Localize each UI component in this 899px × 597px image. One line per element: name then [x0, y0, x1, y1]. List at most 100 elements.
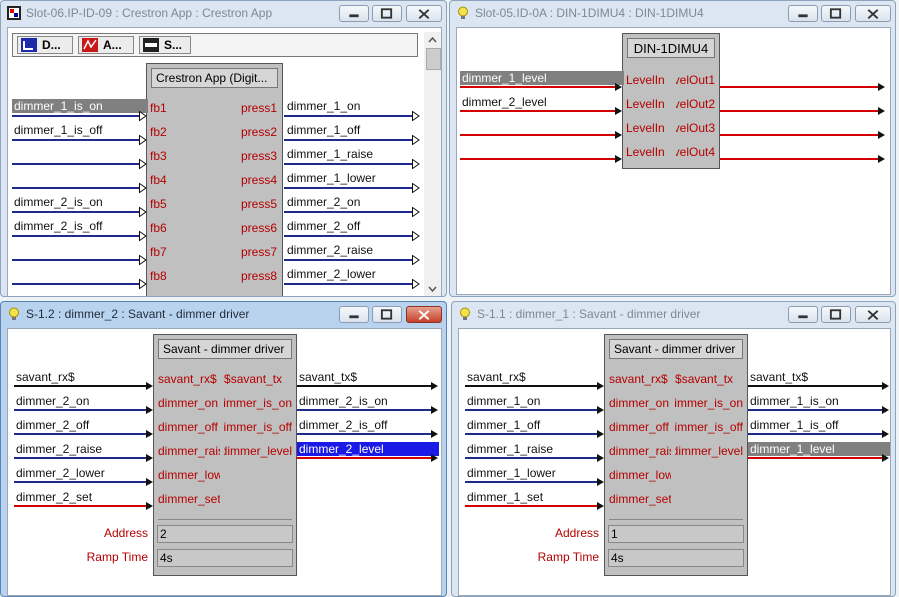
symbol-title: Savant - dimmer driver — [609, 339, 743, 359]
input-signal[interactable]: dimmer_2_on — [16, 394, 89, 408]
input-signal[interactable]: dimmer_2_set — [16, 490, 92, 504]
input-signal[interactable]: dimmer_2_off — [16, 418, 89, 432]
window-crestron-app[interactable]: Slot-06.IP-ID-09 : Crestron App : Crestr… — [0, 0, 447, 297]
minimize-button[interactable] — [339, 5, 369, 22]
output-signal[interactable]: savant_tx$ — [297, 370, 357, 384]
input-signal[interactable]: dimmer_1_is_on — [12, 99, 148, 113]
minimize-button[interactable] — [788, 5, 818, 22]
output-signal[interactable]: dimmer_2_raise — [287, 243, 373, 257]
output-wire — [297, 409, 431, 411]
input-port: dimmer_on — [609, 396, 670, 410]
close-button[interactable] — [855, 306, 891, 323]
toolbar-button-d[interactable]: D... — [17, 36, 73, 54]
param-field[interactable]: 4s — [608, 549, 744, 567]
minimize-button[interactable] — [788, 306, 818, 323]
output-port: dimmer_is_off — [224, 420, 292, 434]
output-wire — [720, 110, 880, 112]
input-signal[interactable]: savant_rx$ — [16, 370, 75, 384]
title-bar[interactable]: S-1.1 : dimmer_1 : Savant - dimmer drive… — [452, 302, 895, 326]
window-din-1dimu4[interactable]: Slot-05.ID-0A : DIN-1DIMU4 : DIN-1DIMU4 … — [449, 0, 896, 297]
lightbulb-icon — [9, 307, 19, 320]
input-signal[interactable]: dimmer_1_off — [467, 418, 540, 432]
output-signal[interactable]: dimmer_2_on — [287, 195, 360, 209]
output-signal[interactable]: dimmer_1_level — [748, 442, 890, 456]
input-signal[interactable]: dimmer_2_raise — [16, 442, 102, 456]
input-signal[interactable]: savant_rx$ — [467, 370, 526, 384]
dimmer-1-canvas[interactable]: Savant - dimmer driver savant_rx$ savant_… — [458, 328, 891, 596]
maximize-button[interactable] — [372, 306, 402, 323]
din-canvas[interactable]: DIN-1DIMU4 dimmer_1_levelLevelInLevelOut… — [456, 27, 891, 295]
output-wire — [720, 86, 880, 88]
output-signal[interactable]: dimmer_2_is_on — [297, 394, 388, 408]
param-field[interactable]: 4s — [157, 549, 293, 567]
output-signal[interactable]: dimmer_1_raise — [287, 147, 373, 161]
output-signal[interactable]: dimmer_2_lower — [287, 267, 376, 281]
input-signal[interactable]: dimmer_1_on — [467, 394, 540, 408]
dimmer-2-canvas[interactable]: Savant - dimmer driver savant_rx$ savant_… — [7, 328, 442, 596]
input-signal[interactable]: dimmer_1_is_off — [12, 123, 103, 137]
input-signal[interactable]: dimmer_2_level — [460, 95, 547, 109]
input-arrow-icon — [139, 231, 147, 241]
scroll-thumb[interactable] — [426, 48, 441, 70]
output-signal[interactable]: dimmer_1_on — [287, 99, 360, 113]
input-wire — [14, 385, 148, 387]
output-arrow-icon — [431, 430, 438, 438]
input-signal[interactable]: dimmer_1_raise — [467, 442, 553, 456]
input-wire — [12, 235, 142, 237]
output-signal[interactable]: dimmer_1_is_off — [748, 418, 839, 432]
param-field[interactable]: 1 — [608, 525, 744, 543]
title-bar[interactable]: S-1.2 : dimmer_2 : Savant - dimmer drive… — [1, 302, 446, 326]
close-button[interactable] — [406, 306, 442, 323]
maximize-button[interactable] — [372, 5, 402, 22]
output-signal[interactable]: dimmer_2_level — [297, 442, 439, 456]
output-wire — [284, 163, 415, 165]
input-arrow-icon — [139, 255, 147, 265]
input-port: dimmer_off — [158, 420, 218, 434]
vertical-scrollbar[interactable] — [424, 32, 441, 297]
output-port: LevelOut3 — [676, 121, 715, 135]
scroll-up-icon[interactable] — [424, 32, 441, 48]
param-field[interactable]: 2 — [157, 525, 293, 543]
window-dimmer-2-driver[interactable]: S-1.2 : dimmer_2 : Savant - dimmer drive… — [0, 301, 447, 597]
digital-icon — [21, 38, 37, 52]
window-dimmer-1-driver[interactable]: S-1.1 : dimmer_1 : Savant - dimmer drive… — [451, 301, 896, 597]
crestron-canvas[interactable]: D... A... S... Crestron App (Digit... di… — [7, 27, 442, 297]
symbol-divider — [158, 519, 292, 520]
close-button[interactable] — [406, 5, 442, 22]
scroll-down-icon[interactable] — [424, 281, 441, 297]
output-wire — [284, 187, 415, 189]
output-signal[interactable]: savant_tx$ — [748, 370, 808, 384]
toolbar-button-a[interactable]: A... — [78, 36, 134, 54]
input-signal[interactable]: dimmer_1_level — [460, 71, 624, 85]
output-signal[interactable]: dimmer_1_lower — [287, 171, 376, 185]
input-arrow-icon — [615, 107, 622, 115]
output-port: press2 — [241, 125, 278, 139]
serial-icon — [143, 38, 159, 52]
title-bar[interactable]: Slot-06.IP-ID-09 : Crestron App : Crestr… — [1, 1, 446, 25]
input-signal[interactable]: dimmer_2_is_off — [12, 219, 103, 233]
output-wire — [748, 409, 882, 411]
input-signal[interactable]: dimmer_2_lower — [16, 466, 105, 480]
title-bar[interactable]: Slot-05.ID-0A : DIN-1DIMU4 : DIN-1DIMU4 — [450, 1, 895, 25]
maximize-button[interactable] — [821, 306, 851, 323]
window-title: S-1.1 : dimmer_1 : Savant - dimmer drive… — [477, 307, 701, 321]
input-port: fb2 — [150, 125, 167, 139]
output-signal[interactable]: dimmer_1_is_on — [748, 394, 839, 408]
input-port: savant_rx$ — [609, 372, 668, 386]
output-arrow-icon — [878, 83, 885, 91]
output-arrow-icon — [882, 454, 889, 462]
output-port: LevelOut2 — [676, 97, 715, 111]
input-signal[interactable]: dimmer_2_is_on — [12, 195, 103, 209]
input-port: fb1 — [150, 101, 167, 115]
close-button[interactable] — [855, 5, 891, 22]
output-signal[interactable]: dimmer_2_off — [287, 219, 360, 233]
input-signal[interactable]: dimmer_1_set — [467, 490, 543, 504]
minimize-button[interactable] — [339, 306, 369, 323]
output-signal[interactable]: dimmer_1_off — [287, 123, 360, 137]
window-title: Slot-06.IP-ID-09 : Crestron App : Crestr… — [26, 6, 273, 20]
input-signal[interactable]: dimmer_1_lower — [467, 466, 556, 480]
input-arrow-icon — [597, 478, 604, 486]
toolbar-button-s[interactable]: S... — [139, 36, 191, 54]
output-signal[interactable]: dimmer_2_is_off — [297, 418, 388, 432]
maximize-button[interactable] — [821, 5, 851, 22]
